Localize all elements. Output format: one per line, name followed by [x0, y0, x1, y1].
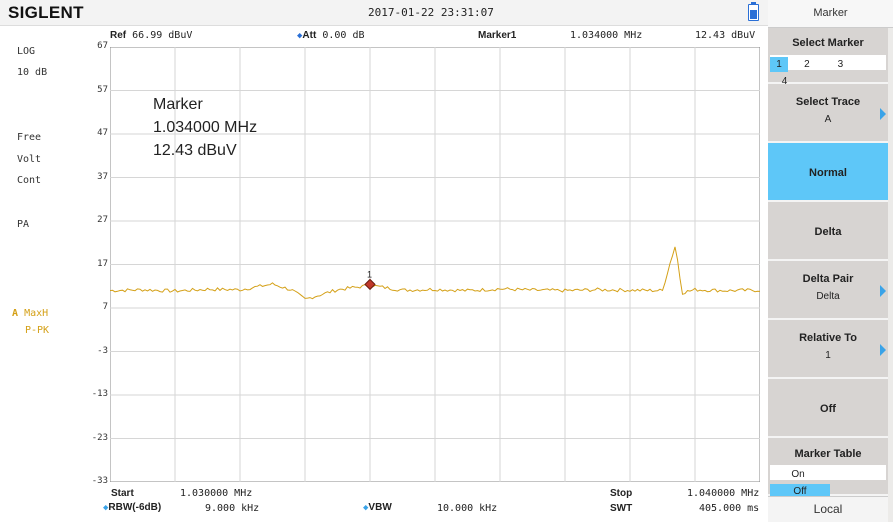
att-label: Att — [302, 30, 317, 41]
y-tick-label: 67 — [97, 41, 108, 51]
marker-option-2[interactable]: 2 — [792, 57, 821, 72]
trace-mode: MaxH — [24, 308, 49, 319]
marker-label: Marker1 — [478, 30, 517, 41]
select-trace-key[interactable]: Select Trace A — [768, 84, 888, 143]
scale-type: LOG — [17, 46, 36, 57]
y-tick-label: -23 — [91, 432, 108, 443]
y-tick-label: 27 — [97, 215, 108, 225]
select-marker-key[interactable]: Select Marker 1 2 3 4 — [768, 28, 888, 87]
marker-number: 1 — [367, 269, 372, 279]
marker-readout-title: Marker — [153, 96, 203, 113]
delta-pair-label: Delta Pair — [802, 273, 854, 285]
datetime: 2017-01-22 23:31:07 — [368, 6, 494, 19]
delta-key[interactable]: Delta — [768, 202, 888, 261]
brand-logo: SIGLENT — [8, 3, 84, 22]
select-marker-label: Select Marker — [792, 37, 864, 49]
rbw-label: ◆RBW(-6dB) — [103, 502, 162, 513]
unit: Volt — [17, 154, 42, 165]
relative-to-key[interactable]: Relative To 1 — [768, 320, 888, 379]
marker-readout-freq: 1.034000 MHz — [153, 119, 258, 136]
vbw-value: 10.000 kHz — [437, 503, 498, 514]
marker-level: 12.43 dBuV — [695, 30, 756, 41]
y-tick-label: -3 — [97, 345, 108, 356]
ref-value: 66.99 dBuV — [132, 30, 193, 41]
y-tick-label: 7 — [102, 302, 108, 312]
marker-option-1[interactable]: 1 — [770, 57, 788, 72]
arrow-right-icon — [880, 108, 886, 120]
rbw-value: 9.000 kHz — [205, 503, 260, 514]
local-button[interactable]: Local — [768, 496, 888, 522]
relative-to-label: Relative To — [799, 332, 857, 344]
start-label: Start — [111, 488, 134, 499]
off-key[interactable]: Off — [768, 379, 888, 438]
marker-option-3[interactable]: 3 — [826, 57, 855, 72]
y-tick-label: -13 — [91, 389, 108, 399]
marker-readout: Marker 1.034000 MHz 12.43 dBuV — [153, 93, 257, 162]
marker-table-on[interactable]: On — [770, 467, 826, 482]
scale-div: 10 dB — [17, 67, 48, 78]
y-tick-label: -33 — [91, 476, 108, 486]
stop-value: 1.040000 MHz — [687, 488, 760, 499]
preamp: PA — [17, 219, 30, 230]
marker-readout-level: 12.43 dBuV — [153, 142, 237, 159]
vbw-label: ◆VBW — [363, 502, 392, 513]
marker-table-toggle[interactable]: On Off — [770, 465, 886, 499]
attenuation: ◆Att 0.00 dB — [297, 30, 365, 41]
relative-to-value: 1 — [825, 350, 831, 361]
y-tick-label: 47 — [97, 128, 108, 138]
y-tick-label: 57 — [97, 84, 108, 95]
normal-label: Normal — [809, 167, 847, 179]
y-tick-label: 37 — [97, 171, 108, 182]
swt-value: 405.000 ms — [699, 503, 760, 514]
off-label: Off — [820, 403, 836, 415]
select-trace-value: A — [824, 114, 832, 125]
att-value: 0.00 dB — [322, 30, 365, 41]
stop-label: Stop — [610, 488, 633, 499]
marker-table-key[interactable]: Marker Table On Off — [768, 438, 888, 499]
ref-label: Ref — [110, 30, 127, 41]
run-mode: Cont — [17, 175, 42, 186]
trace-id: A — [12, 308, 19, 319]
delta-pair-key[interactable]: Delta Pair Delta — [768, 261, 888, 320]
arrow-right-icon — [880, 285, 886, 297]
marker-table-label: Marker Table — [794, 448, 862, 460]
detector: P-PK — [25, 325, 50, 336]
menu-title: Marker — [768, 0, 893, 28]
ref-level: Ref 66.99 dBuV — [110, 30, 192, 41]
battery-icon — [748, 2, 759, 21]
swt-label: SWT — [610, 503, 633, 514]
arrow-right-icon — [880, 344, 886, 356]
start-value: 1.030000 MHz — [180, 488, 253, 499]
delta-label: Delta — [814, 226, 842, 238]
delta-pair-value: Delta — [816, 291, 840, 302]
marker-freq: 1.034000 MHz — [570, 30, 643, 41]
y-tick-label: 17 — [97, 258, 108, 269]
trace-info: A MaxH — [12, 308, 48, 319]
normal-key[interactable]: Normal — [768, 143, 888, 202]
sweep-mode: Free — [17, 132, 42, 143]
marker-number-selector[interactable]: 1 2 3 4 — [770, 55, 886, 87]
select-trace-label: Select Trace — [795, 96, 861, 108]
